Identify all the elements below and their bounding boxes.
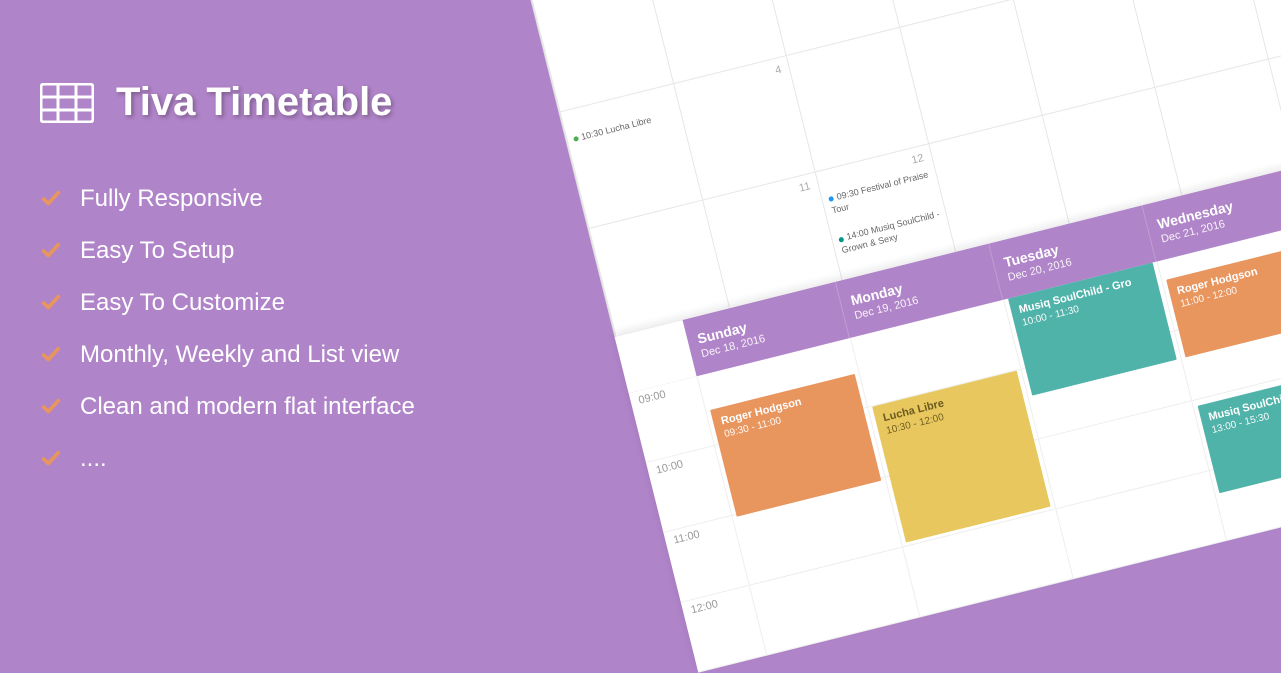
feature-item: Monthly, Weekly and List view <box>40 341 560 369</box>
feature-text: Clean and modern flat interface <box>80 393 415 421</box>
event-dot-icon <box>573 136 579 142</box>
calendar-preview: 13:00 ...1410:00 Musiq SoulChild - Grown… <box>529 0 1281 673</box>
feature-text: Monthly, Weekly and List view <box>80 341 399 369</box>
monthly-event[interactable]: 09:30 Festival of Praise Tour <box>828 169 934 217</box>
feature-text: .... <box>80 445 107 473</box>
feature-item: .... <box>40 445 560 473</box>
check-icon <box>40 188 62 210</box>
check-icon <box>40 448 62 470</box>
title-row: Tiva Timetable <box>40 80 560 125</box>
day-number: 4 <box>774 64 783 77</box>
feature-text: Easy To Setup <box>80 237 234 265</box>
event-dot-icon <box>829 196 835 202</box>
check-icon <box>40 292 62 314</box>
check-icon <box>40 396 62 418</box>
feature-list: Fully Responsive Easy To Setup Easy To Cus… <box>40 185 560 473</box>
monthly-event[interactable]: 10:30 Lucha Libre <box>572 109 675 145</box>
check-icon <box>40 344 62 366</box>
feature-item: Clean and modern flat interface <box>40 393 560 421</box>
day-number: 11 <box>798 180 812 194</box>
event-dot-icon <box>839 236 845 242</box>
check-icon <box>40 240 62 262</box>
feature-text: Fully Responsive <box>80 185 263 213</box>
grid-icon <box>40 83 94 123</box>
feature-text: Easy To Customize <box>80 289 285 317</box>
monthly-event[interactable]: 14:00 Musiq SoulChild - Grown & Sexy <box>838 209 944 257</box>
feature-item: Easy To Customize <box>40 289 560 317</box>
promo-panel: Tiva Timetable Fully Responsive Easy To S… <box>0 0 600 604</box>
day-number: 12 <box>910 152 925 167</box>
feature-item: Fully Responsive <box>40 185 560 213</box>
product-title: Tiva Timetable <box>116 80 392 125</box>
feature-item: Easy To Setup <box>40 237 560 265</box>
